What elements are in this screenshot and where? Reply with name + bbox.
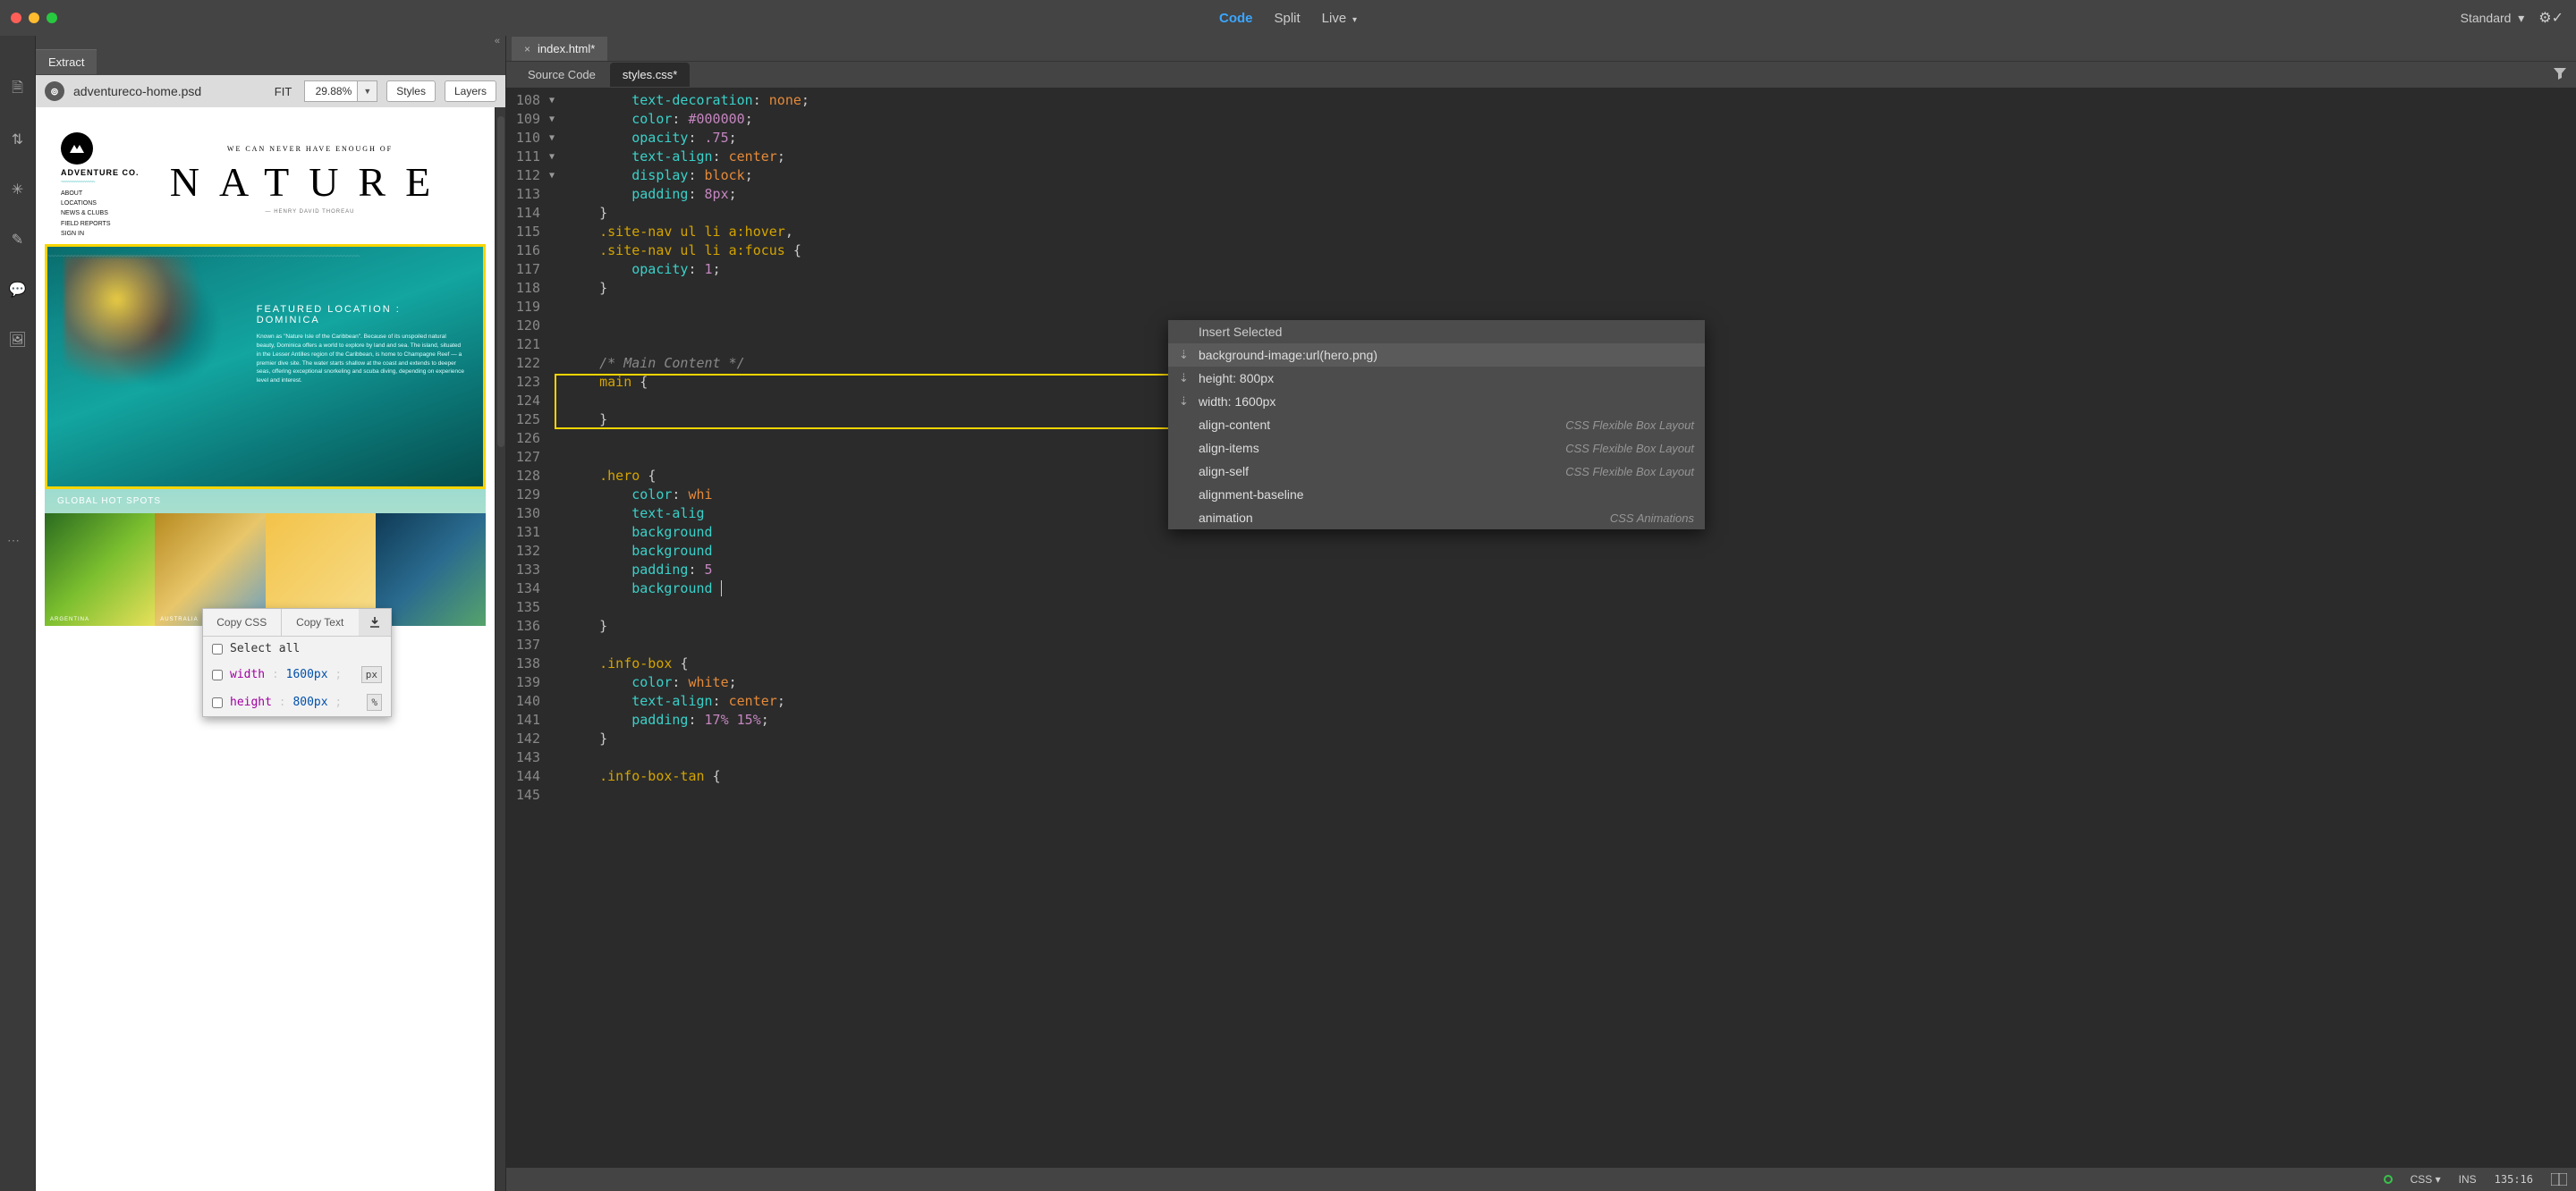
- unit-toggle[interactable]: px: [361, 666, 382, 683]
- close-window-icon[interactable]: [11, 13, 21, 23]
- styles-button[interactable]: Styles: [386, 80, 436, 102]
- brand-logo-icon: [61, 132, 93, 165]
- autocomplete-item[interactable]: align-contentCSS Flexible Box Layout: [1168, 413, 1705, 436]
- minimize-window-icon[interactable]: [29, 13, 39, 23]
- autocomplete-popup: Insert Selected ⇣background-image:url(he…: [1168, 320, 1705, 529]
- hero-title: NATURE: [150, 158, 470, 206]
- featured-location-heading: FEATURED LOCATION : DOMINICA: [257, 304, 466, 325]
- brand-name: ADVENTURE CO.: [61, 168, 150, 177]
- fit-label: FIT: [275, 85, 292, 98]
- unit-toggle[interactable]: %: [367, 694, 382, 711]
- extract-css-popover: Copy CSS Copy Text Select all width : 16…: [202, 608, 392, 717]
- close-tab-icon[interactable]: ×: [524, 43, 530, 55]
- autocomplete-item[interactable]: alignment-baseline: [1168, 483, 1705, 506]
- hero-quote-source: — HENRY DAVID THOREAU: [150, 209, 470, 215]
- psd-canvas[interactable]: ADVENTURE CO. ~~~~~~~~~~~~~~~ ABOUTLOCAT…: [36, 107, 495, 1191]
- cursor-position: 135:16: [2495, 1173, 2533, 1186]
- psd-nav: ABOUTLOCATIONSNEWS & CLUBSFIELD REPORTSS…: [61, 189, 150, 239]
- comment-icon[interactable]: 💬: [9, 281, 27, 299]
- autocomplete-header: Insert Selected: [1168, 320, 1705, 343]
- file-tab[interactable]: × index.html*: [512, 37, 607, 61]
- code-editor-panel: × index.html* Source Code styles.css* 10…: [506, 36, 2576, 1191]
- window-controls: [0, 13, 57, 23]
- gear-icon[interactable]: ⚙✓: [2538, 9, 2563, 27]
- insert-mode[interactable]: INS: [2459, 1173, 2477, 1186]
- code-area[interactable]: 108 109 110 111 112 113 114 115 116 117 …: [506, 88, 2576, 1168]
- css-prop-row[interactable]: height : 800px ; %: [203, 688, 391, 716]
- psd-document-name: adventureco-home.psd: [73, 84, 266, 98]
- copy-css-button[interactable]: Copy CSS: [203, 609, 282, 636]
- view-switcher: Code Split Live ▾: [1219, 11, 1357, 26]
- language-mode[interactable]: CSS ▾: [2411, 1173, 2441, 1186]
- source-code-link[interactable]: Source Code: [517, 63, 606, 87]
- zoom-dropdown-icon[interactable]: ▼: [358, 80, 377, 102]
- image-icon[interactable]: 🖼: [9, 331, 27, 349]
- view-live[interactable]: Live ▾: [1322, 11, 1357, 26]
- chevron-down-icon: ▾: [1350, 15, 1357, 25]
- download-asset-button[interactable]: [359, 609, 391, 636]
- select-all-checkbox[interactable]: [212, 644, 223, 655]
- line-gutter: 108 109 110 111 112 113 114 115 116 117 …: [506, 88, 549, 1168]
- zoom-window-icon[interactable]: [47, 13, 57, 23]
- autocomplete-item[interactable]: align-itemsCSS Flexible Box Layout: [1168, 436, 1705, 460]
- extract-panel: « Extract ⊚ adventureco-home.psd FIT ▼ S…: [36, 36, 506, 1191]
- wand-icon[interactable]: ✳: [9, 181, 27, 198]
- workspace-dropdown[interactable]: Standard ▾: [2461, 11, 2525, 26]
- autocomplete-item[interactable]: align-selfCSS Flexible Box Layout: [1168, 460, 1705, 483]
- fold-column[interactable]: ▼ ▼ ▼ ▼ ▼: [549, 88, 562, 1168]
- titlebar: Code Split Live ▾ Standard ▾ ⚙✓: [0, 0, 2576, 36]
- autocomplete-item[interactable]: ⇣height: 800px: [1168, 367, 1705, 390]
- collapse-panel-icon[interactable]: «: [495, 36, 500, 48]
- view-split[interactable]: Split: [1274, 11, 1300, 26]
- copy-text-button[interactable]: Copy Text: [282, 609, 360, 636]
- layers-button[interactable]: Layers: [445, 80, 496, 102]
- view-code[interactable]: Code: [1219, 11, 1253, 26]
- select-all-label: Select all: [230, 642, 300, 655]
- selected-layer[interactable]: ~~~~~~~~~~~~~~~~~~~~~~~~~~~~~~~~~~~~~~~~…: [45, 244, 486, 489]
- featured-location-paragraph: Known as "Nature Isle of the Caribbean".…: [257, 333, 466, 385]
- autocomplete-item[interactable]: ⇣width: 1600px: [1168, 390, 1705, 413]
- creative-cloud-icon[interactable]: ⊚: [45, 81, 64, 101]
- layout-icon[interactable]: [2551, 1173, 2567, 1186]
- file-icon[interactable]: 🗎: [9, 80, 27, 98]
- status-ok-icon[interactable]: [2384, 1175, 2393, 1184]
- panel-drag-icon[interactable]: ⋯: [7, 533, 18, 548]
- tab-extract[interactable]: Extract: [36, 49, 97, 74]
- swap-icon[interactable]: ⇅: [9, 131, 27, 148]
- filter-icon[interactable]: [2553, 67, 2567, 82]
- zoom-input[interactable]: [304, 80, 358, 102]
- autocomplete-item[interactable]: animationCSS Animations: [1168, 506, 1705, 529]
- extract-doc-bar: ⊚ adventureco-home.psd FIT ▼ Styles Laye…: [36, 75, 505, 107]
- related-file-tab[interactable]: styles.css*: [610, 63, 690, 87]
- status-bar: CSS ▾ INS 135:16: [506, 1168, 2576, 1191]
- autocomplete-item[interactable]: ⇣background-image:url(hero.png): [1168, 343, 1705, 367]
- css-prop-row[interactable]: width : 1600px ; px: [203, 661, 391, 688]
- hotspots-title: GLOBAL HOT SPOTS: [45, 489, 486, 513]
- tool-rail: 🗎 ⇅ ✳ ✎ 💬 🖼: [0, 36, 36, 1191]
- brush-icon[interactable]: ✎: [9, 231, 27, 249]
- extract-scrollbar[interactable]: [495, 107, 505, 1191]
- hero-kicker: WE CAN NEVER HAVE ENOUGH OF: [150, 145, 470, 153]
